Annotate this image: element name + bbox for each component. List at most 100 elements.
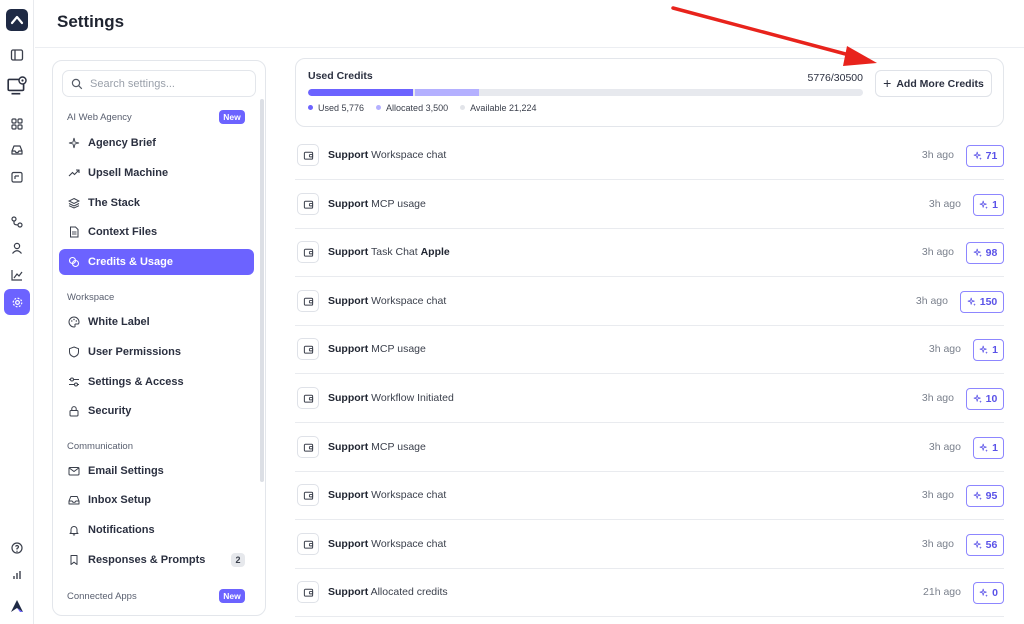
usage-row[interactable]: Support Workspace chat 95 3h ago <box>295 472 1004 520</box>
usage-action: Workspace chat <box>371 489 447 501</box>
sidebar-item-user-permissions[interactable]: User Permissions <box>59 339 254 365</box>
progress-used <box>308 89 414 96</box>
stats-icon[interactable] <box>7 565 27 585</box>
coins-icon <box>68 256 80 268</box>
computer-settings-icon[interactable] <box>4 73 30 99</box>
add-more-credits-button[interactable]: + Add More Credits <box>875 70 992 97</box>
sidebar-item-agency-brief[interactable]: Agency Brief <box>59 130 254 156</box>
usage-actor: Support <box>328 586 369 598</box>
help-icon[interactable] <box>7 538 27 558</box>
section-label-connected-apps: Connected Apps <box>67 591 137 602</box>
sidebar-item-context-files[interactable]: Context Files <box>59 219 254 245</box>
credits-value: 1 <box>992 199 998 211</box>
calendar-icon[interactable] <box>7 167 27 187</box>
sidebar-item-upsell-machine[interactable]: Upsell Machine <box>59 160 254 186</box>
sidebar-item-label: Inbox Setup <box>88 494 151 506</box>
usage-description: Support Workspace chat <box>328 149 446 161</box>
sidebar-item-label: Responses & Prompts <box>88 554 206 566</box>
sparkle-icon <box>979 443 988 453</box>
wallet-icon <box>297 533 319 555</box>
wallet-icon <box>297 387 319 409</box>
legend-used: Used 5,776 <box>308 103 364 113</box>
sparkle-icon <box>68 137 80 149</box>
user-icon[interactable] <box>7 238 27 258</box>
sidebar-item-notifications[interactable]: Notifications <box>59 517 254 543</box>
sparkle-icon <box>973 151 982 161</box>
grid-icon[interactable] <box>7 114 27 134</box>
usage-action: Allocated credits <box>370 586 448 598</box>
palette-icon <box>68 316 80 328</box>
inbox-icon[interactable] <box>7 140 27 160</box>
usage-time: 3h ago <box>921 392 954 404</box>
usage-description: Support Task Chat Apple <box>328 246 450 258</box>
sidebar-item-credits-usage[interactable]: Credits & Usage <box>59 249 254 275</box>
search-input[interactable] <box>90 77 240 90</box>
usage-row[interactable]: Support Workspace chat 56 3h ago <box>295 521 1004 569</box>
section-label-ai-web-agency: AI Web Agency <box>67 112 132 123</box>
sidebar-item-inbox-setup[interactable]: Inbox Setup <box>59 487 254 513</box>
settings-search[interactable] <box>62 70 256 97</box>
scrollbar[interactable] <box>260 99 264 482</box>
search-icon <box>71 78 83 89</box>
usage-action: Workflow Initiated <box>371 392 454 404</box>
credits-card: Used Credits 5776/30500 Used 5,776 Alloc… <box>295 58 1004 127</box>
usage-row[interactable]: Support Task Chat Apple 98 3h ago <box>295 229 1004 277</box>
credits-value: 0 <box>992 587 998 599</box>
sidebar-toggle-icon[interactable] <box>7 45 27 65</box>
wallet-icon <box>297 581 319 603</box>
new-badge: New <box>219 110 245 124</box>
layers-icon <box>68 197 80 209</box>
section-label-communication: Communication <box>67 441 133 452</box>
credits-badge: 150 <box>960 291 1004 313</box>
usage-row[interactable]: Support MCP usage 1 3h ago <box>295 181 1004 229</box>
usage-time: 3h ago <box>928 343 961 355</box>
sparkle-icon <box>979 200 988 210</box>
sparkle-icon <box>973 540 982 550</box>
credits-badge: 71 <box>966 145 1004 167</box>
wallet-icon <box>297 436 319 458</box>
usage-row[interactable]: Support Allocated credits 0 21h ago <box>295 569 1004 617</box>
usage-row[interactable]: Support Workflow Initiated 10 3h ago <box>295 375 1004 423</box>
credits-badge: 95 <box>966 485 1004 507</box>
bell-icon <box>69 526 79 536</box>
credits-value: 98 <box>985 247 998 259</box>
sidebar-item-security[interactable]: Security <box>59 398 254 424</box>
workflow-icon[interactable] <box>7 212 27 232</box>
sparkle-icon <box>967 297 976 307</box>
usage-action: MCP usage <box>371 343 426 355</box>
usage-row[interactable]: Support MCP usage 1 3h ago <box>295 424 1004 472</box>
sidebar-item-white-label[interactable]: White Label <box>59 309 254 335</box>
sidebar-item-email-settings[interactable]: Email Settings <box>59 458 254 484</box>
count-badge: 2 <box>231 553 245 567</box>
usage-row[interactable]: Support MCP usage 1 3h ago <box>295 326 1004 374</box>
sparkle-icon <box>973 491 982 501</box>
usage-row[interactable]: Support Workspace chat 71 3h ago <box>295 132 1004 180</box>
usage-description: Support Workspace chat <box>328 489 446 501</box>
credits-count: 5776/30500 <box>807 72 863 84</box>
usage-actor: Support <box>328 392 369 404</box>
usage-action: Task Chat <box>370 246 418 258</box>
credits-value: 10 <box>985 393 998 405</box>
usage-actor: Support <box>328 198 369 210</box>
sidebar-item-responses-prompts[interactable]: Responses & Prompts 2 <box>59 547 254 573</box>
app-logo[interactable] <box>6 9 28 31</box>
wallet-icon <box>297 290 319 312</box>
usage-row[interactable]: Support Workspace chat 150 3h ago <box>295 278 1004 326</box>
usage-time: 3h ago <box>915 295 948 307</box>
credits-progress-bar <box>308 89 863 96</box>
trend-up-icon <box>68 169 80 177</box>
header-divider <box>35 47 1024 48</box>
sidebar-item-label: Agency Brief <box>88 137 156 149</box>
usage-time: 3h ago <box>928 198 961 210</box>
lock-icon <box>69 406 79 417</box>
usage-action: MCP usage <box>371 441 426 453</box>
plus-icon: + <box>883 74 892 91</box>
chart-icon[interactable] <box>7 265 27 285</box>
sidebar-item-the-stack[interactable]: The Stack <box>59 190 254 216</box>
sidebar-item-settings-access[interactable]: Settings & Access <box>59 369 254 395</box>
wallet-icon <box>297 484 319 506</box>
brand-logo[interactable] <box>7 596 27 616</box>
usage-actor: Support <box>328 489 369 501</box>
sidebar-item-label: White Label <box>88 316 150 328</box>
settings-icon[interactable] <box>4 289 30 315</box>
